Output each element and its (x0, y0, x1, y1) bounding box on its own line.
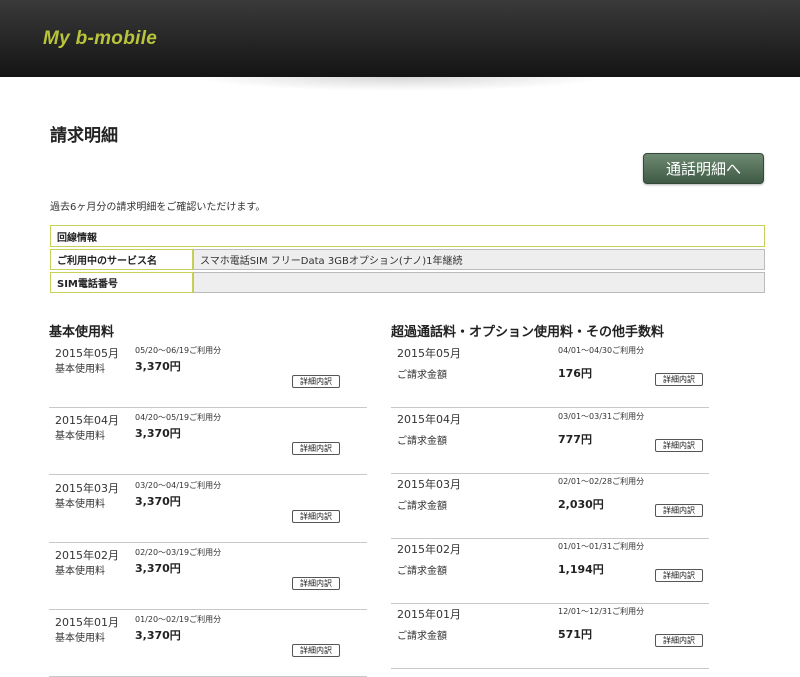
usage-period: 12/01〜12/31ご利用分 (558, 607, 645, 616)
fee-amount: 3,370円 (135, 562, 181, 575)
fee-amount: 3,370円 (135, 629, 181, 642)
fee-label: 基本使用料 (55, 633, 105, 644)
billing-month: 2015年02月 (55, 549, 119, 562)
fee-label: ご請求金額 (397, 631, 447, 642)
usage-period: 04/01〜04/30ご利用分 (558, 346, 645, 355)
usage-period: 01/20〜02/19ご利用分 (135, 615, 222, 624)
usage-period: 05/20〜06/19ご利用分 (135, 346, 222, 355)
billing-month: 2015年04月 (397, 413, 461, 426)
detail-button[interactable]: 詳細内訳 (292, 442, 340, 455)
site-header: My b-mobile (0, 0, 800, 77)
site-logo[interactable]: My b-mobile (43, 28, 157, 50)
fee-label: ご請求金額 (397, 370, 447, 381)
billing-month: 2015年05月 (55, 347, 119, 360)
fee-amount: 571円 (558, 628, 592, 641)
sim-number-value (193, 272, 765, 293)
line-info-table: 回線情報 ご利用中のサービス名 スマホ電話SIM フリーData 3GBオプショ… (50, 225, 765, 293)
call-details-button[interactable]: 通話明細へ (643, 153, 764, 184)
detail-button[interactable]: 詳細内訳 (655, 634, 703, 647)
usage-period: 02/20〜03/19ご利用分 (135, 548, 222, 557)
billing-month: 2015年05月 (397, 347, 461, 360)
list-item: 2015年05月 ご請求金額 04/01〜04/30ご利用分 176円 詳細内訳 (391, 343, 709, 408)
billing-month: 2015年02月 (397, 543, 461, 556)
usage-period: 03/01〜03/31ご利用分 (558, 412, 645, 421)
fee-amount: 777円 (558, 433, 592, 446)
billing-month: 2015年01月 (397, 608, 461, 621)
list-item: 2015年03月 基本使用料 03/20〜04/19ご利用分 3,370円 詳細… (49, 478, 367, 543)
fee-amount: 3,370円 (135, 360, 181, 373)
fee-amount: 1,194円 (558, 563, 604, 576)
detail-button[interactable]: 詳細内訳 (292, 644, 340, 657)
fee-label: ご請求金額 (397, 501, 447, 512)
fee-label: 基本使用料 (55, 499, 105, 510)
list-item: 2015年03月 ご請求金額 02/01〜02/28ご利用分 2,030円 詳細… (391, 474, 709, 539)
usage-period: 02/01〜02/28ご利用分 (558, 477, 645, 486)
fee-label: 基本使用料 (55, 566, 105, 577)
header-shadow (190, 77, 610, 91)
list-item: 2015年02月 基本使用料 02/20〜03/19ご利用分 3,370円 詳細… (49, 545, 367, 610)
line-info-heading: 回線情報 (50, 225, 765, 247)
extra-fee-title: 超過通話料・オプション使用料・その他手数料 (391, 325, 665, 340)
service-name-label: ご利用中のサービス名 (50, 249, 193, 270)
basic-fee-title: 基本使用料 (49, 325, 115, 340)
billing-month: 2015年04月 (55, 414, 119, 427)
detail-button[interactable]: 詳細内訳 (292, 510, 340, 523)
detail-button[interactable]: 詳細内訳 (655, 569, 703, 582)
usage-period: 01/01〜01/31ご利用分 (558, 542, 645, 551)
billing-month: 2015年03月 (55, 482, 119, 495)
billing-month: 2015年03月 (397, 478, 461, 491)
detail-button[interactable]: 詳細内訳 (655, 504, 703, 517)
fee-label: ご請求金額 (397, 566, 447, 577)
page-title: 請求明細 (50, 126, 118, 146)
fee-label: 基本使用料 (55, 431, 105, 442)
list-item: 2015年01月 ご請求金額 12/01〜12/31ご利用分 571円 詳細内訳 (391, 604, 709, 669)
detail-button[interactable]: 詳細内訳 (655, 439, 703, 452)
detail-button[interactable]: 詳細内訳 (292, 577, 340, 590)
list-item: 2015年05月 基本使用料 05/20〜06/19ご利用分 3,370円 詳細… (49, 343, 367, 408)
fee-amount: 2,030円 (558, 498, 604, 511)
usage-period: 04/20〜05/19ご利用分 (135, 413, 222, 422)
intro-text: 過去6ヶ月分の請求明細をご確認いただけます。 (50, 202, 266, 213)
list-item: 2015年04月 基本使用料 04/20〜05/19ご利用分 3,370円 詳細… (49, 410, 367, 475)
detail-button[interactable]: 詳細内訳 (655, 373, 703, 386)
sim-number-label: SIM電話番号 (50, 272, 193, 293)
usage-period: 03/20〜04/19ご利用分 (135, 481, 222, 490)
fee-amount: 3,370円 (135, 427, 181, 440)
list-item: 2015年02月 ご請求金額 01/01〜01/31ご利用分 1,194円 詳細… (391, 539, 709, 604)
fee-label: ご請求金額 (397, 436, 447, 447)
fee-amount: 3,370円 (135, 495, 181, 508)
detail-button[interactable]: 詳細内訳 (292, 375, 340, 388)
fee-amount: 176円 (558, 367, 592, 380)
list-item: 2015年01月 基本使用料 01/20〜02/19ご利用分 3,370円 詳細… (49, 612, 367, 677)
service-name-value: スマホ電話SIM フリーData 3GBオプション(ナノ)1年継続 (193, 249, 765, 270)
list-item: 2015年04月 ご請求金額 03/01〜03/31ご利用分 777円 詳細内訳 (391, 409, 709, 474)
fee-label: 基本使用料 (55, 364, 105, 375)
billing-month: 2015年01月 (55, 616, 119, 629)
